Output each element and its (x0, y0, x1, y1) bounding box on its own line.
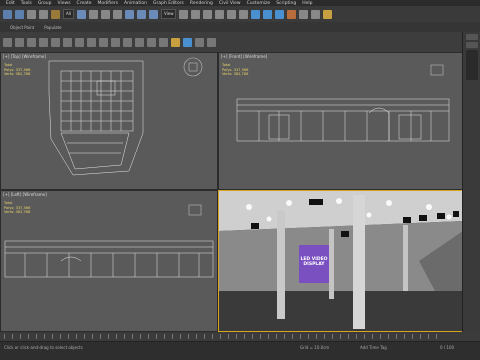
add-time-tag[interactable]: Add Time Tag (360, 345, 387, 350)
top-view-wireframe (48, 57, 203, 176)
tool-13-icon[interactable] (147, 37, 156, 47)
tool-15-icon[interactable] (171, 37, 180, 47)
time-slider[interactable] (0, 332, 480, 342)
perspective-render (219, 191, 463, 331)
layer-explorer-icon[interactable] (251, 9, 261, 19)
viewport-front[interactable]: [+] [Front] [Wireframe] Total Polys: 337… (218, 52, 464, 190)
window-crossing-icon[interactable] (112, 9, 122, 19)
status-bar: Click or click-and-drag to select object… (0, 332, 480, 360)
viewport-top[interactable]: [+] [Top] [Wireframe] Total Polys: 337,5… (0, 52, 218, 190)
menu-item-group[interactable]: Group (38, 1, 52, 6)
menu-item-create[interactable]: Create (77, 1, 92, 6)
tool-18-icon[interactable] (207, 37, 216, 47)
redo-icon[interactable] (15, 9, 24, 19)
curve-editor-icon[interactable] (263, 9, 273, 19)
tool-6-icon[interactable] (63, 37, 72, 47)
reference-coord-dropdown[interactable]: View (160, 9, 177, 19)
menu-item-graph-editors[interactable]: Graph Editors (153, 1, 184, 6)
viewport-left[interactable]: [+] [Left] [Wireframe] Total Polys: 337,… (0, 190, 218, 332)
secondary-toolbar (0, 32, 462, 53)
tool-10-icon[interactable] (111, 37, 120, 47)
menu-item-views[interactable]: Views (58, 1, 71, 6)
timeline-ticks (4, 334, 440, 339)
menu-item-edit[interactable]: Edit (6, 1, 15, 6)
tool-14-icon[interactable] (159, 37, 168, 47)
viewport-perspective[interactable]: LED VIDEO DISPLAY (218, 190, 464, 332)
ribbon-tab-populate[interactable]: Populate (44, 25, 61, 30)
undo-icon[interactable] (3, 9, 12, 19)
unlink-icon[interactable] (39, 9, 48, 19)
menu-item-tools[interactable]: Tools (21, 1, 32, 6)
command-panel (462, 32, 480, 332)
schematic-view-icon[interactable] (275, 9, 285, 19)
link-icon[interactable] (27, 9, 36, 19)
mirror-icon[interactable] (227, 9, 237, 19)
tool-4-icon[interactable] (39, 37, 48, 47)
rotate-icon[interactable] (136, 9, 146, 19)
main-toolbar: All View (0, 6, 480, 23)
tool-11-icon[interactable] (123, 37, 132, 47)
render-setup-icon[interactable] (299, 9, 309, 19)
menu-item-scripting[interactable]: Scripting (276, 1, 296, 6)
select-object-icon[interactable] (76, 9, 86, 19)
select-by-name-icon[interactable] (88, 9, 98, 19)
tool-17-icon[interactable] (195, 37, 204, 47)
modify-tab-icon[interactable] (466, 42, 478, 48)
material-editor-icon[interactable] (287, 9, 297, 19)
menu-item-customize[interactable]: Customize (247, 1, 271, 6)
rendered-frame-icon[interactable] (311, 9, 321, 19)
left-view-wireframe (4, 204, 214, 278)
angle-snap-icon[interactable] (203, 9, 213, 19)
menu-item-rendering[interactable]: Rendering (190, 1, 213, 6)
front-view-wireframe (236, 64, 450, 142)
align-icon[interactable] (239, 9, 249, 19)
tool-9-icon[interactable] (99, 37, 108, 47)
menu-item-modifiers[interactable]: Modifiers (98, 1, 119, 6)
ribbon-tab-object-paint[interactable]: Object Paint (10, 25, 34, 30)
tool-7-icon[interactable] (75, 37, 84, 47)
viewcube-icon (188, 204, 202, 216)
pivot-icon[interactable] (179, 9, 189, 19)
modifier-list[interactable] (466, 50, 478, 80)
tool-5-icon[interactable] (51, 37, 60, 47)
tool-2-icon[interactable] (15, 37, 24, 47)
create-tab-icon[interactable] (466, 34, 478, 40)
status-prompt: Click or click-and-drag to select object… (4, 345, 83, 350)
move-icon[interactable] (124, 9, 134, 19)
scale-icon[interactable] (148, 9, 158, 19)
viewcube-icon (183, 57, 203, 77)
frame-counter: 0 / 100 (440, 345, 455, 350)
tool-3-icon[interactable] (27, 37, 36, 47)
snap-icon[interactable] (191, 9, 201, 19)
led-screen-text: LED VIDEO DISPLAY (300, 257, 328, 267)
menu-item-help[interactable]: Help (302, 1, 312, 6)
grid-size: Grid = 10.0cm (300, 345, 330, 350)
tool-16-icon[interactable] (183, 37, 192, 47)
render-icon[interactable] (323, 9, 333, 19)
tool-1-icon[interactable] (3, 37, 12, 47)
tool-12-icon[interactable] (135, 37, 144, 47)
rect-selection-icon[interactable] (100, 9, 110, 19)
tool-8-icon[interactable] (87, 37, 96, 47)
menu-item-civil-view[interactable]: Civil View (219, 1, 241, 6)
percent-snap-icon[interactable] (215, 9, 225, 19)
selection-filter-dropdown[interactable]: All (63, 9, 74, 19)
viewcube-icon (430, 64, 444, 76)
bind-space-warp-icon[interactable] (51, 9, 60, 19)
menu-item-animation[interactable]: Animation (124, 1, 147, 6)
